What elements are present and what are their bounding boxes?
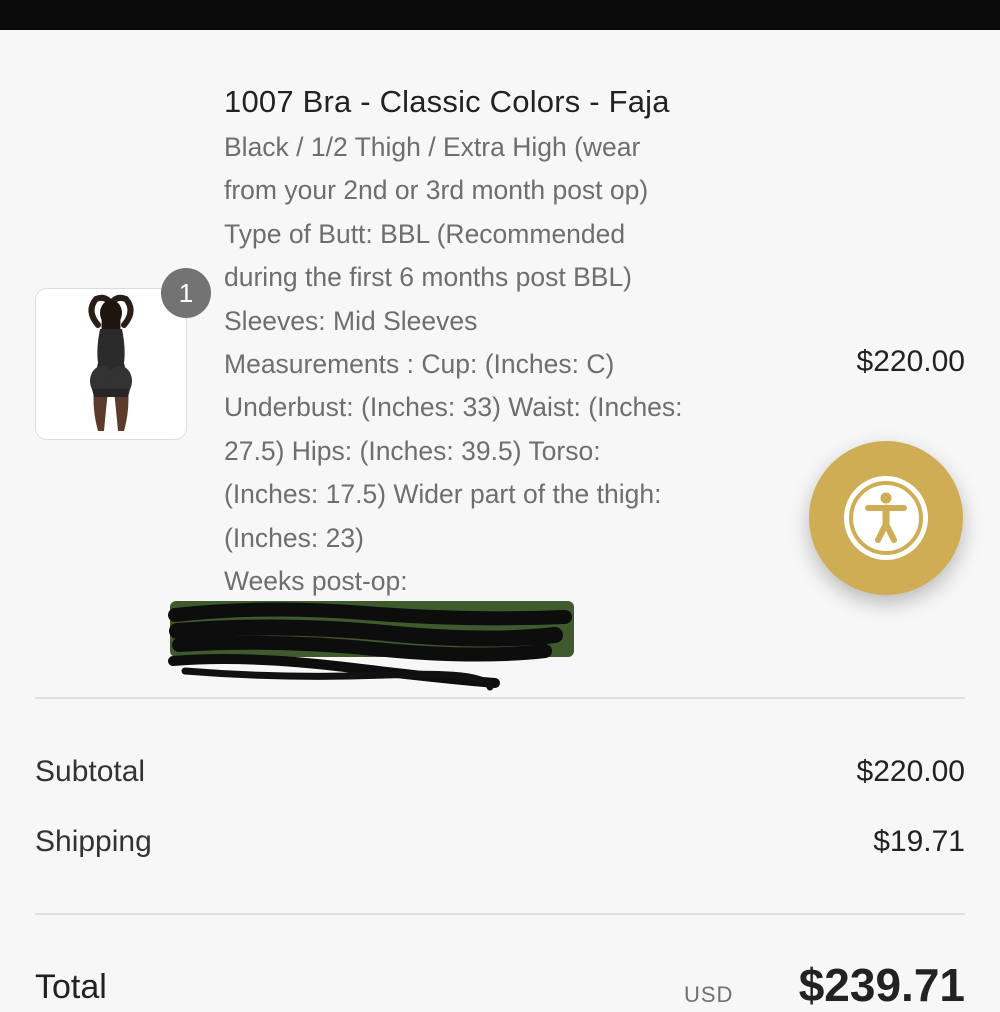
product-thumbnail — [35, 288, 187, 440]
product-title: 1007 Bra - Classic Colors - Faja — [224, 84, 670, 119]
quantity-badge: 1 — [161, 268, 211, 318]
total-value: $239.71 — [798, 959, 965, 1011]
subtotal-value: $220.00 — [856, 755, 965, 788]
detail-line: during the first 6 months post BBL) — [224, 262, 633, 293]
detail-line: (Inches: 17.5) Wider part of the thigh: — [224, 479, 662, 510]
top-bar — [0, 0, 1000, 30]
divider — [35, 697, 965, 699]
accessibility-button[interactable] — [809, 441, 963, 595]
total-currency: USD — [684, 982, 734, 1007]
detail-line: Type of Butt: BBL (Recommended — [224, 218, 626, 249]
subtotal-label: Subtotal — [35, 755, 146, 788]
detail-line: (Inches: 23) — [224, 522, 364, 553]
item-price: $220.00 — [856, 345, 965, 378]
product-photo-icon — [36, 289, 185, 438]
detail-line: from your 2nd or 3rd month post op) — [224, 175, 649, 206]
accessibility-icon — [844, 476, 928, 560]
product-details: Black / 1/2 Thigh / Extra High (wear fro… — [224, 126, 784, 603]
detail-line: Sleeves: Mid Sleeves — [224, 305, 478, 336]
shipping-value: $19.71 — [873, 825, 965, 858]
detail-line: Black / 1/2 Thigh / Extra High (wear — [224, 132, 641, 162]
detail-line: Measurements : Cup: (Inches: C) — [224, 349, 615, 380]
detail-line: 27.5) Hips: (Inches: 39.5) Torso: — [224, 435, 601, 466]
divider — [35, 913, 965, 915]
detail-line: Underbust: (Inches: 33) Waist: (Inches: — [224, 392, 683, 423]
shipping-label: Shipping — [35, 825, 152, 858]
redaction-scribble — [165, 595, 580, 700]
total-label: Total — [35, 968, 107, 1006]
